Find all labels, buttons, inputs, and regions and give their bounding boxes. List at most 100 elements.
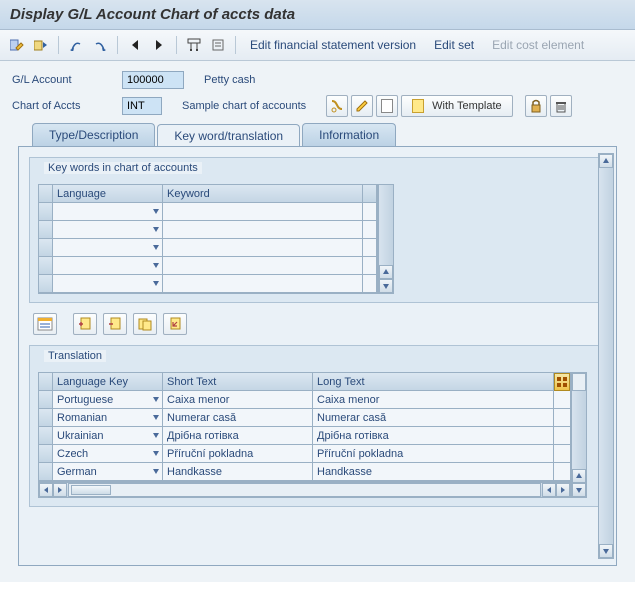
with-template-label: With Template	[432, 100, 502, 112]
tab-type-description[interactable]: Type/Description	[32, 123, 155, 146]
keywords-group-title: Key words in chart of accounts	[44, 162, 202, 174]
create-button[interactable]	[376, 95, 398, 117]
main-toolbar: Edit financial statement version Edit se…	[0, 30, 635, 61]
cell-short-text[interactable]: Numerar casă	[163, 409, 313, 427]
with-template-button[interactable]: With Template	[401, 95, 513, 117]
scroll-left-icon[interactable]	[542, 483, 556, 497]
table-row[interactable]: CzechPříruční pokladnaPříruční pokladna	[39, 445, 570, 463]
gl-account-input[interactable]	[122, 71, 184, 89]
edit-button[interactable]	[351, 95, 373, 117]
scroll-right-icon[interactable]	[556, 483, 570, 497]
chevron-down-icon[interactable]	[152, 279, 160, 287]
prev-page-icon[interactable]	[65, 34, 87, 56]
chevron-down-icon[interactable]	[152, 413, 160, 421]
coa-label: Chart of Accts	[12, 100, 122, 112]
scroll-right-icon[interactable]	[53, 483, 67, 497]
col-short-text[interactable]: Short Text	[163, 373, 313, 391]
translation-group-title: Translation	[44, 350, 106, 362]
tab-body: Key words in chart of accounts Language …	[18, 146, 617, 566]
translation-group: Translation Language Key Short Text Long…	[29, 345, 606, 507]
table-row[interactable]	[39, 239, 377, 257]
outer-scroll[interactable]	[598, 153, 614, 559]
cell-long-text[interactable]: Handkasse	[313, 463, 554, 481]
chevron-down-icon[interactable]	[152, 449, 160, 457]
cell-language[interactable]: Romanian	[53, 409, 163, 427]
keywords-table: Language Keyword	[38, 184, 378, 294]
tab-keyword-translation[interactable]: Key word/translation	[157, 124, 300, 147]
chevron-down-icon[interactable]	[152, 431, 160, 439]
gl-account-desc: Petty cash	[204, 74, 255, 86]
arrow-left-icon[interactable]	[124, 34, 146, 56]
other-object-icon[interactable]	[30, 34, 52, 56]
scroll-up-icon[interactable]	[379, 265, 393, 279]
next-page-icon[interactable]	[89, 34, 111, 56]
edit-set-link[interactable]: Edit set	[426, 36, 482, 54]
translation-table: Language Key Short Text Long Text Portug…	[38, 372, 571, 482]
translation-vscroll[interactable]	[571, 372, 587, 498]
table-row[interactable]	[39, 275, 377, 293]
chevron-down-icon[interactable]	[152, 261, 160, 269]
table-row[interactable]	[39, 257, 377, 275]
col-language-key[interactable]: Language Key	[53, 373, 163, 391]
chevron-down-icon[interactable]	[152, 467, 160, 475]
table-row[interactable]: GermanHandkasseHandkasse	[39, 463, 570, 481]
tool-icon-1[interactable]	[183, 34, 205, 56]
config-columns-icon[interactable]	[554, 373, 570, 391]
col-language[interactable]: Language	[53, 185, 163, 203]
copy-icon-3[interactable]	[133, 313, 157, 335]
copy-icon-4[interactable]	[163, 313, 187, 335]
col-long-text[interactable]: Long Text	[313, 373, 554, 391]
keywords-scroll[interactable]	[378, 184, 394, 294]
table-row[interactable]: PortugueseCaixa menorCaixa menor	[39, 391, 570, 409]
tab-strip: Type/Description Key word/translation In…	[12, 123, 623, 146]
coa-input[interactable]	[122, 97, 162, 115]
table-row[interactable]: RomanianNumerar casăNumerar casă	[39, 409, 570, 427]
scroll-down-icon[interactable]	[379, 279, 393, 293]
keywords-group: Key words in chart of accounts Language …	[29, 157, 606, 303]
edit-fsv-link[interactable]: Edit financial statement version	[242, 36, 424, 54]
scroll-track[interactable]	[68, 483, 541, 497]
cell-short-text[interactable]: Příruční pokladna	[163, 445, 313, 463]
scroll-thumb[interactable]	[71, 485, 111, 495]
arrow-right-icon[interactable]	[148, 34, 170, 56]
mid-toolbar	[33, 313, 606, 335]
cell-long-text[interactable]: Дрібна готівка	[313, 427, 554, 445]
copy-icon-1[interactable]	[73, 313, 97, 335]
delete-button[interactable]	[550, 95, 572, 117]
display-change-icon[interactable]	[6, 34, 28, 56]
col-keyword[interactable]: Keyword	[163, 185, 363, 203]
copy-icon-2[interactable]	[103, 313, 127, 335]
cell-short-text[interactable]: Caixa menor	[163, 391, 313, 409]
scroll-left-icon[interactable]	[39, 483, 53, 497]
chevron-down-icon[interactable]	[152, 395, 160, 403]
cell-language[interactable]: German	[53, 463, 163, 481]
cell-language[interactable]: Ukrainian	[53, 427, 163, 445]
coa-desc: Sample chart of accounts	[182, 100, 306, 112]
lock-button[interactable]	[525, 95, 547, 117]
cell-language[interactable]: Portuguese	[53, 391, 163, 409]
table-row[interactable]	[39, 221, 377, 239]
scroll-up-icon[interactable]	[572, 469, 586, 483]
table-row[interactable]	[39, 203, 377, 221]
cell-long-text[interactable]: Numerar casă	[313, 409, 554, 427]
scroll-top-spacer	[572, 373, 586, 391]
cell-long-text[interactable]: Caixa menor	[313, 391, 554, 409]
tab-information[interactable]: Information	[302, 123, 396, 146]
chevron-down-icon[interactable]	[152, 207, 160, 215]
chevron-down-icon[interactable]	[152, 243, 160, 251]
chevron-down-icon[interactable]	[152, 225, 160, 233]
tool-icon-2[interactable]	[207, 34, 229, 56]
cell-short-text[interactable]: Handkasse	[163, 463, 313, 481]
entry-list-icon[interactable]	[33, 313, 57, 335]
scroll-down-icon[interactable]	[572, 483, 586, 497]
translation-hscroll[interactable]	[38, 482, 571, 498]
cell-short-text[interactable]: Дрібна готівка	[163, 427, 313, 445]
form-area: G/L Account Petty cash Chart of Accts Sa…	[0, 61, 635, 582]
scroll-down-icon[interactable]	[599, 544, 613, 558]
check-button[interactable]	[326, 95, 348, 117]
cell-long-text[interactable]: Příruční pokladna	[313, 445, 554, 463]
gl-account-label: G/L Account	[12, 74, 122, 86]
cell-language[interactable]: Czech	[53, 445, 163, 463]
table-row[interactable]: UkrainianДрібна готівкаДрібна готівка	[39, 427, 570, 445]
scroll-up-icon[interactable]	[599, 154, 613, 168]
